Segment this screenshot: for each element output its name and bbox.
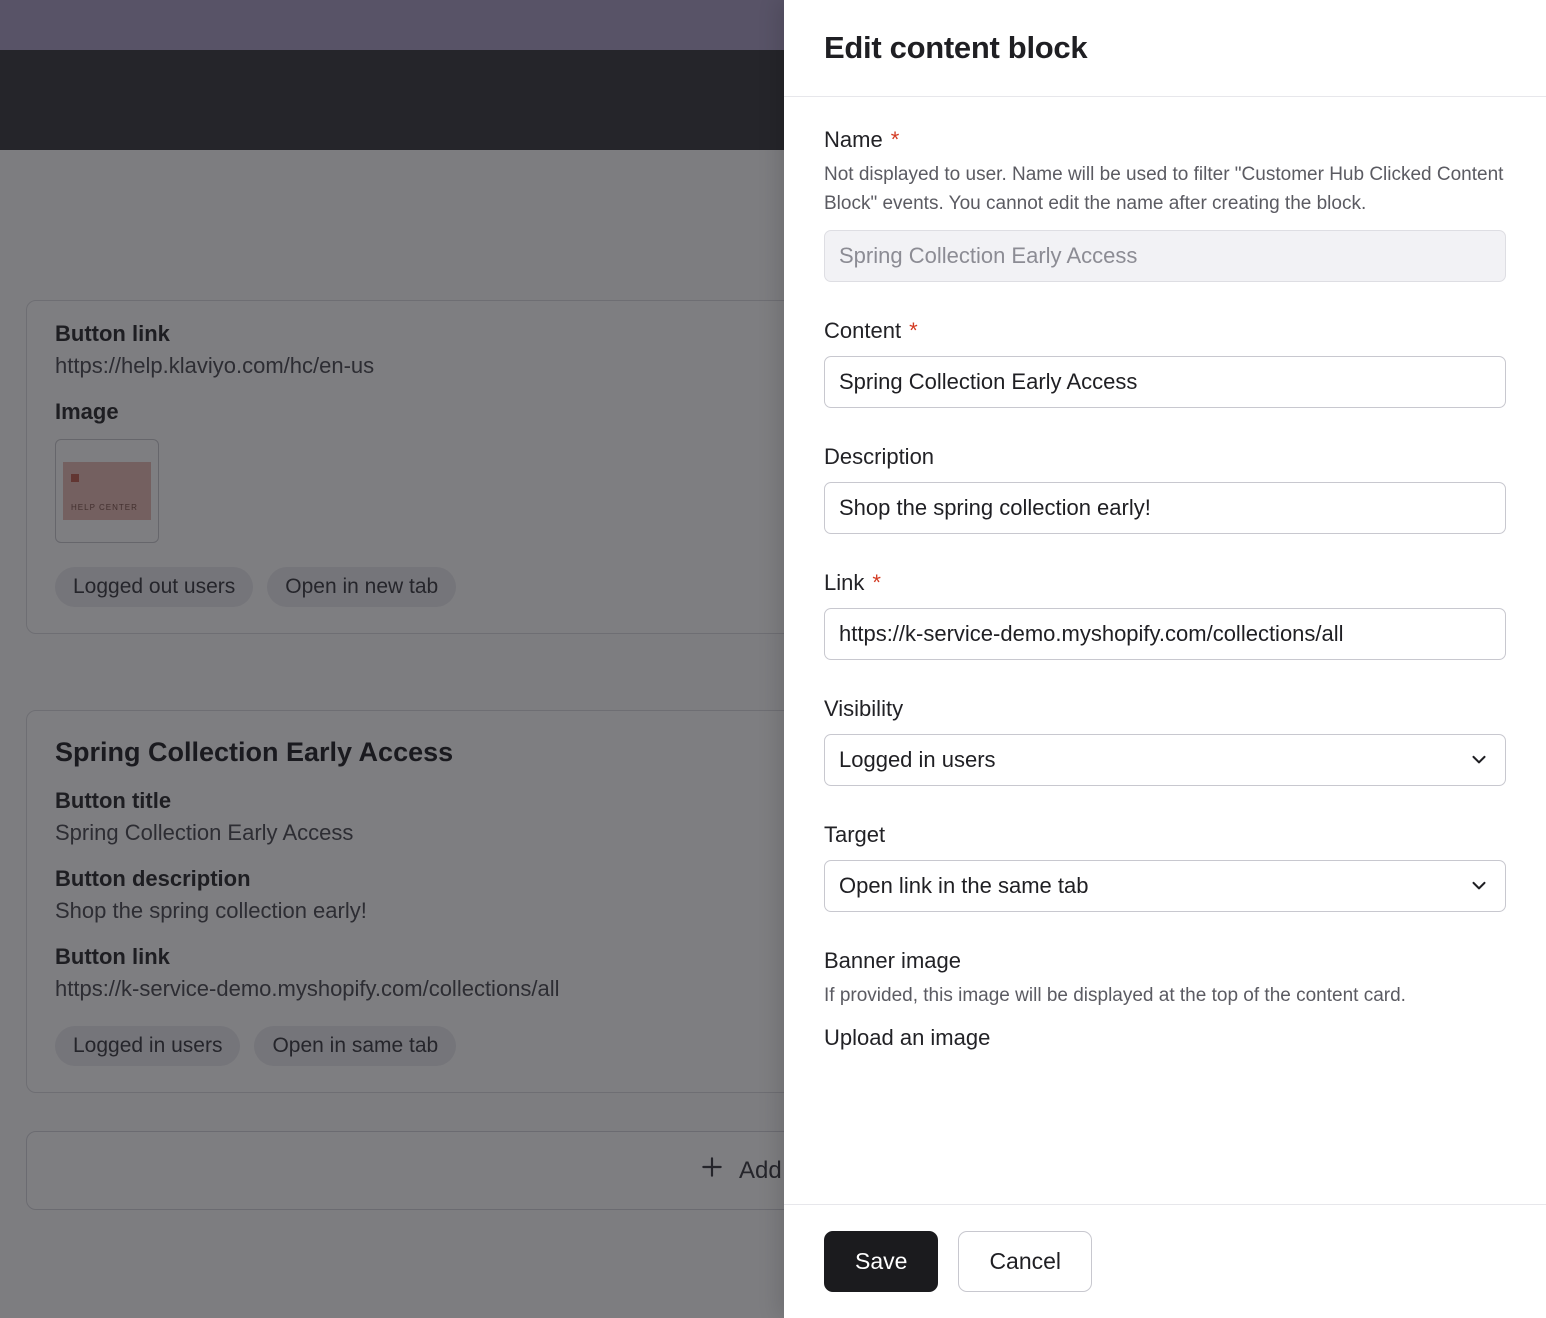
required-indicator-icon: * [872, 572, 881, 594]
form-group-description: Description [824, 444, 1506, 534]
name-input [824, 230, 1506, 282]
field-label-banner-image: Banner image [824, 948, 1506, 974]
field-label-link: Link [824, 570, 864, 596]
required-indicator-icon: * [909, 320, 918, 342]
status-pill: Logged in users [55, 1026, 240, 1066]
field-help-name: Not displayed to user. Name will be used… [824, 161, 1506, 218]
image-thumbnail[interactable]: HELP CENTER [55, 439, 159, 543]
field-label-description: Description [824, 444, 934, 470]
plus-icon [699, 1154, 725, 1187]
status-pill: Open in new tab [267, 567, 456, 607]
field-label-target: Target [824, 822, 885, 848]
drawer-header: Edit content block [784, 0, 1546, 97]
form-group-name: Name * Not displayed to user. Name will … [824, 127, 1506, 282]
save-button[interactable]: Save [824, 1231, 938, 1292]
description-input[interactable] [824, 482, 1506, 534]
drawer-title: Edit content block [824, 30, 1506, 66]
drawer-footer: Save Cancel [784, 1204, 1546, 1318]
form-group-content: Content * [824, 318, 1506, 408]
visibility-select[interactable] [824, 734, 1506, 786]
field-help-banner-image: If provided, this image will be displaye… [824, 982, 1506, 1011]
upload-image-label[interactable]: Upload an image [824, 1025, 1506, 1051]
required-indicator-icon: * [891, 129, 900, 151]
target-select[interactable] [824, 860, 1506, 912]
link-input[interactable] [824, 608, 1506, 660]
field-label-name: Name [824, 127, 883, 153]
form-group-visibility: Visibility [824, 696, 1506, 786]
form-group-banner-image: Banner image If provided, this image wil… [824, 948, 1506, 1051]
field-label-content: Content [824, 318, 901, 344]
form-group-link: Link * [824, 570, 1506, 660]
status-pill: Logged out users [55, 567, 253, 607]
content-input[interactable] [824, 356, 1506, 408]
status-pill: Open in same tab [254, 1026, 456, 1066]
edit-content-block-drawer: Edit content block Name * Not displayed … [784, 0, 1546, 1318]
drawer-body: Name * Not displayed to user. Name will … [784, 97, 1546, 1204]
form-group-target: Target [824, 822, 1506, 912]
cancel-button[interactable]: Cancel [958, 1231, 1092, 1292]
field-label-visibility: Visibility [824, 696, 903, 722]
